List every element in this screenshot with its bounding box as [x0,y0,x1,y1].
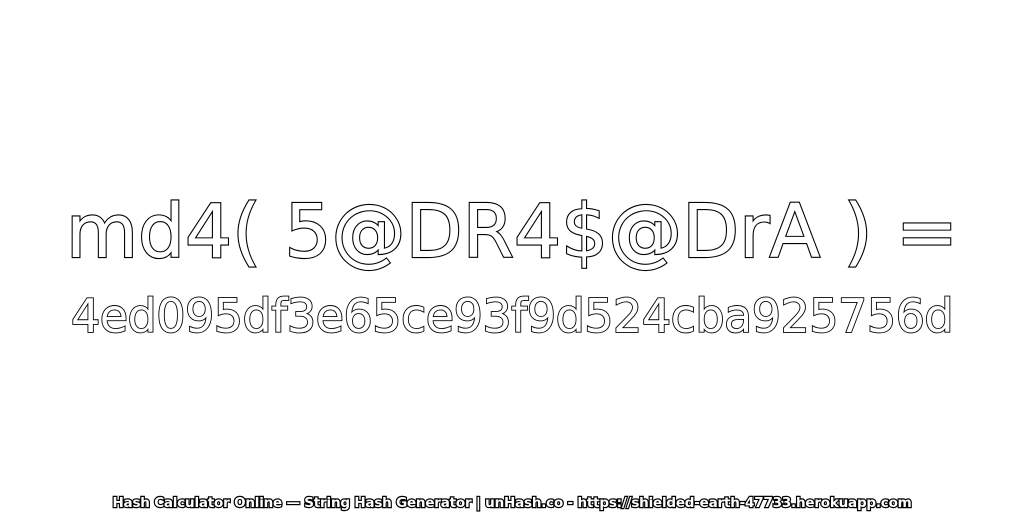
hash-expression: md4( 5@DR4$@DrA ) = [65,188,959,276]
hash-digest: 4ed095df3e65ce93f9d524cba925756d [70,288,954,344]
site-footer-credit: Hash Calculator Online — String Hash Gen… [111,494,913,512]
